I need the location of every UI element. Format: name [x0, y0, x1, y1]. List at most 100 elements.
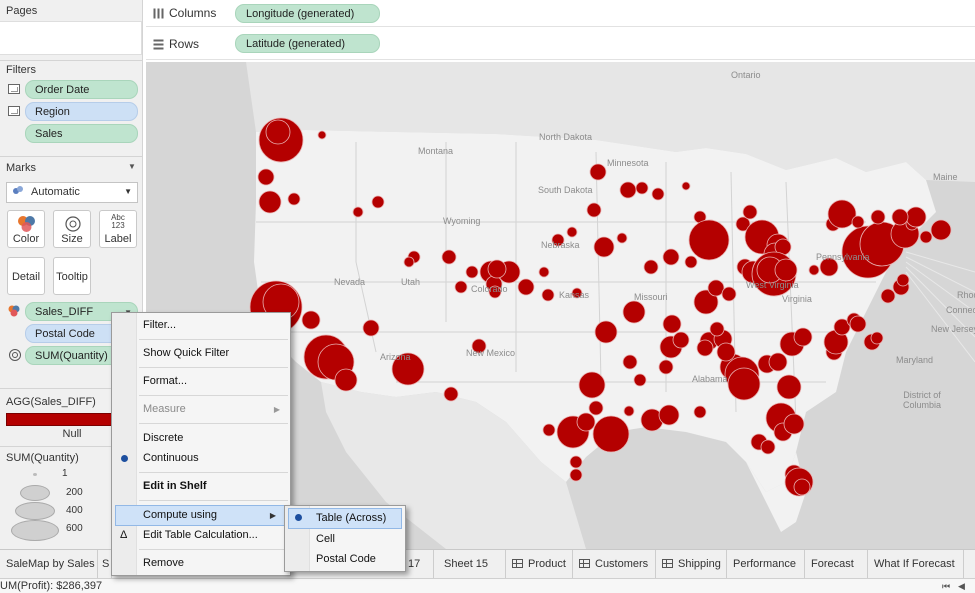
map-bubble[interactable] — [919, 230, 933, 244]
map-bubble[interactable] — [566, 226, 578, 238]
map-bubble[interactable] — [593, 236, 615, 258]
map-bubble[interactable] — [301, 310, 321, 330]
tab-what-if-forecast[interactable]: What If Forecast — [868, 550, 964, 578]
map-bubble[interactable] — [441, 249, 457, 265]
tab-product[interactable]: Product — [506, 550, 573, 578]
pages-shelf[interactable] — [0, 21, 142, 55]
map-bubble[interactable] — [870, 209, 886, 225]
map-bubble[interactable] — [851, 215, 865, 229]
map-bubble[interactable] — [465, 265, 479, 279]
map-bubble[interactable] — [287, 192, 301, 206]
map-bubble[interactable] — [317, 130, 327, 140]
map-bubble[interactable] — [589, 163, 607, 181]
tab-customers[interactable]: Customers — [573, 550, 656, 578]
map-bubble[interactable] — [257, 168, 275, 186]
map-bubble[interactable] — [616, 232, 628, 244]
filter-pill-region[interactable]: Region — [25, 102, 138, 121]
map-bubble[interactable] — [827, 199, 857, 229]
map-bubble[interactable] — [896, 273, 910, 287]
map-bubble[interactable] — [619, 181, 637, 199]
map-bubble[interactable] — [760, 439, 776, 455]
map-bubble[interactable] — [362, 319, 380, 337]
map-bubble[interactable] — [742, 204, 758, 220]
map-bubble[interactable] — [576, 412, 596, 432]
map-bubble[interactable] — [517, 278, 535, 296]
map-bubble[interactable] — [658, 404, 680, 426]
menu-item-discrete[interactable]: Discrete — [112, 428, 290, 449]
menu-item-remove[interactable]: Remove — [112, 553, 290, 574]
rows-pill-latitude[interactable]: Latitude (generated) — [235, 34, 380, 53]
tab-salemap-by-sales[interactable]: SaleMap by Sales — [0, 550, 98, 578]
map-bubble[interactable] — [635, 181, 649, 195]
detail-button[interactable]: Detail — [7, 257, 45, 295]
map-bubble[interactable] — [633, 373, 647, 387]
map-bubble[interactable] — [658, 359, 674, 375]
map-bubble[interactable] — [538, 266, 550, 278]
menu-item-filter[interactable]: Filter... — [112, 315, 290, 336]
map-bubble[interactable] — [487, 259, 507, 279]
label-button[interactable]: Abc 123 Label — [99, 210, 137, 248]
menu-item-show-quick-filter[interactable]: Show Quick Filter — [112, 343, 290, 364]
tab-17[interactable]: 17 — [402, 550, 434, 578]
map-bubble[interactable] — [880, 288, 896, 304]
map-bubble[interactable] — [768, 352, 788, 372]
map-bubble[interactable] — [588, 400, 604, 416]
filter-pill-order-date[interactable]: Order Date — [25, 80, 138, 99]
map-bubble[interactable] — [403, 256, 415, 268]
map-bubble[interactable] — [334, 368, 358, 392]
map-bubble[interactable] — [891, 208, 909, 226]
map-bubble[interactable] — [352, 206, 364, 218]
map-bubble[interactable] — [541, 288, 555, 302]
map-bubble[interactable] — [569, 468, 583, 482]
map-bubble[interactable] — [709, 321, 725, 337]
map-bubble[interactable] — [586, 202, 602, 218]
map-bubble[interactable] — [662, 248, 680, 266]
map-bubble[interactable] — [716, 342, 736, 362]
map-bubble[interactable] — [696, 339, 714, 357]
tab-performance[interactable]: Performance — [727, 550, 805, 578]
map-bubble[interactable] — [774, 258, 798, 282]
columns-shelf[interactable]: Columns Longitude (generated) — [146, 0, 975, 27]
map-bubble[interactable] — [727, 367, 761, 401]
map-bubble[interactable] — [783, 413, 805, 435]
map-bubble[interactable] — [578, 371, 606, 399]
map-bubble[interactable] — [672, 331, 690, 349]
map-bubble[interactable] — [662, 314, 682, 334]
color-button[interactable]: Color — [7, 210, 45, 248]
map-bubble[interactable] — [905, 206, 927, 228]
map-bubble[interactable] — [651, 187, 665, 201]
tab-sheet-15[interactable]: Sheet 15 — [434, 550, 506, 578]
menu-item-continuous[interactable]: Continuous — [112, 448, 290, 469]
submenu-item-postal-code[interactable]: Postal Code — [285, 549, 405, 570]
map-bubble[interactable] — [622, 354, 638, 370]
map-bubble[interactable] — [793, 327, 813, 347]
map-bubble[interactable] — [930, 219, 952, 241]
map-bubble[interactable] — [454, 280, 468, 294]
map-bubble[interactable] — [808, 264, 820, 276]
menu-item-compute-using[interactable]: Compute using ▶ — [115, 505, 287, 526]
map-bubble[interactable] — [443, 386, 459, 402]
map-bubble[interactable] — [622, 300, 646, 324]
map-bubble[interactable] — [870, 331, 884, 345]
map-bubble[interactable] — [721, 286, 737, 302]
filter-pill-sales[interactable]: Sales — [25, 124, 138, 143]
tooltip-button[interactable]: Tooltip — [53, 257, 91, 295]
size-button[interactable]: Size — [53, 210, 91, 248]
map-bubble[interactable] — [569, 455, 583, 469]
menu-item-edit-in-shelf[interactable]: Edit in Shelf — [112, 476, 290, 497]
map-bubble[interactable] — [258, 190, 282, 214]
submenu-item-cell[interactable]: Cell — [285, 529, 405, 550]
map-bubble[interactable] — [542, 423, 556, 437]
columns-pill-longitude[interactable]: Longitude (generated) — [235, 4, 380, 23]
tab-shipping[interactable]: Shipping — [656, 550, 727, 578]
map-bubble[interactable] — [594, 320, 618, 344]
map-bubble[interactable] — [776, 374, 802, 400]
map-bubble[interactable] — [623, 405, 635, 417]
map-bubble[interactable] — [684, 255, 698, 269]
prev-sheet-icon[interactable]: ◀ — [958, 579, 965, 593]
menu-item-format[interactable]: Format... — [112, 371, 290, 392]
map-bubble[interactable] — [688, 219, 730, 261]
rows-shelf[interactable]: Rows Latitude (generated) — [146, 30, 975, 60]
menu-item-edit-table-calculation[interactable]: Δ Edit Table Calculation... — [112, 525, 290, 546]
map-bubble[interactable] — [693, 405, 707, 419]
